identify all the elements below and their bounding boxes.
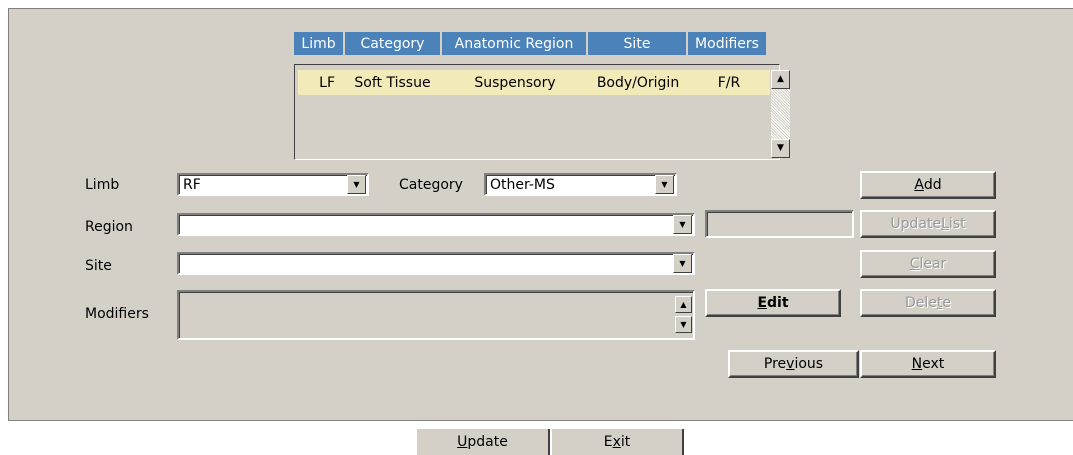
- column-header-limb: Limb: [294, 32, 343, 55]
- region-dropdown[interactable]: ▼: [177, 213, 695, 236]
- chevron-down-icon[interactable]: ▼: [673, 215, 692, 234]
- region-extra-field: [705, 210, 854, 238]
- clear-button[interactable]: Clear: [860, 250, 996, 278]
- chevron-down-icon[interactable]: ▼: [655, 175, 674, 194]
- column-header-anatomic-region: Anatomic Region: [442, 32, 586, 55]
- column-header-category: Category: [345, 32, 440, 55]
- update-button[interactable]: Update: [416, 429, 550, 455]
- category-dropdown[interactable]: Other-MS ▼: [484, 173, 677, 196]
- modifiers-label: Modifiers: [85, 306, 149, 322]
- column-header-site: Site: [588, 32, 686, 55]
- table-cell-region[interactable]: Suspensory: [442, 70, 588, 95]
- table-cell-modifiers[interactable]: F/R: [688, 70, 770, 95]
- category-value: Other-MS: [490, 176, 555, 193]
- column-header-modifiers: Modifiers: [688, 32, 766, 55]
- next-button[interactable]: Next: [860, 350, 996, 378]
- table-cell-site[interactable]: Body/Origin: [588, 70, 688, 95]
- add-button[interactable]: Add: [860, 171, 996, 199]
- update-list-button[interactable]: Update List: [860, 210, 996, 238]
- limb-label: Limb: [85, 177, 120, 193]
- scroll-down-icon[interactable]: ▼: [675, 316, 692, 333]
- previous-button[interactable]: Pre v ious: [728, 350, 859, 378]
- site-label: Site: [85, 258, 112, 274]
- category-label: Category: [399, 177, 463, 193]
- chevron-down-icon[interactable]: ▼: [347, 175, 366, 194]
- limb-dropdown[interactable]: RF ▼: [177, 173, 369, 196]
- delete-button[interactable]: Dele t e: [860, 289, 996, 317]
- modifiers-field[interactable]: [177, 290, 695, 340]
- scroll-up-icon[interactable]: ▲: [675, 296, 692, 313]
- scroll-down-icon[interactable]: ▼: [771, 139, 790, 158]
- table-cell-category[interactable]: Soft Tissue: [343, 70, 442, 95]
- region-label: Region: [85, 219, 133, 235]
- table-cell-limb[interactable]: LF: [298, 70, 343, 95]
- site-dropdown[interactable]: ▼: [177, 252, 695, 275]
- limb-value: RF: [183, 176, 201, 193]
- exit-button[interactable]: Ex it: [551, 429, 684, 455]
- scroll-up-icon[interactable]: ▲: [771, 70, 790, 89]
- edit-button[interactable]: Edit: [705, 289, 841, 317]
- chevron-down-icon[interactable]: ▼: [673, 254, 692, 273]
